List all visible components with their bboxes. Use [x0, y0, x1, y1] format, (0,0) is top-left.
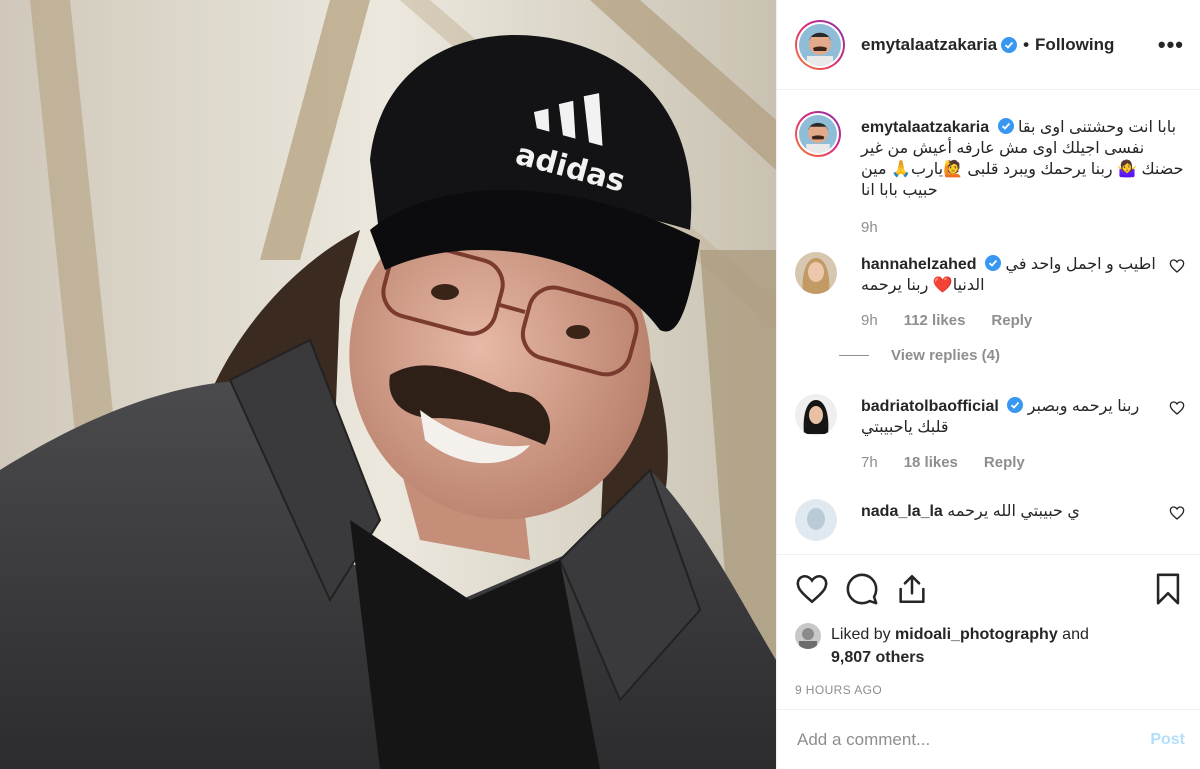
reply-button[interactable]: Reply — [984, 452, 1025, 473]
likes-others-link[interactable]: 9,807 others — [831, 649, 924, 666]
liker-avatar[interactable] — [795, 623, 821, 649]
post-actions: Liked by midoali_photography and 9,807 o… — [777, 554, 1200, 697]
liker-avatar-image — [795, 623, 821, 649]
verified-badge-icon — [997, 118, 1014, 134]
post-header: emytalaatzakaria • Following ••• — [777, 0, 1200, 90]
comment-meta: 9h 112 likes Reply — [861, 310, 1169, 331]
comment-body: badriatolbaofficial ربنا يرحمه وبصبر قلب… — [861, 394, 1169, 473]
caption-username[interactable]: emytalaatzakaria — [861, 119, 989, 136]
likes-prefix: Liked by — [831, 626, 891, 643]
share-icon[interactable] — [895, 572, 929, 606]
commenter-avatar[interactable] — [795, 252, 837, 294]
comment-likes-count[interactable]: 112 likes — [904, 310, 966, 331]
author-avatar[interactable] — [795, 19, 845, 70]
view-replies-label: View replies (4) — [891, 347, 1000, 364]
comment-body: nada_la_la ي حبيبتي الله يرحمه — [861, 499, 1169, 541]
verified-badge-icon — [1001, 36, 1018, 53]
likes-summary: Liked by midoali_photography and 9,807 o… — [795, 623, 1185, 669]
post-side-panel: emytalaatzakaria • Following ••• emytala… — [776, 0, 1200, 769]
verified-badge-icon — [1007, 397, 1024, 413]
add-comment-bar: Post — [777, 709, 1200, 769]
comment-text: ي حبيبتي الله يرحمه — [947, 503, 1080, 520]
commenter-avatar[interactable] — [795, 499, 837, 541]
comment-like-heart-icon[interactable] — [1169, 400, 1185, 416]
author-avatar-image — [799, 23, 841, 66]
post-timestamp[interactable]: 9 HOURS AGO — [795, 683, 1185, 697]
likes-and: and — [1062, 626, 1089, 643]
liker-username[interactable]: midoali_photography — [895, 626, 1058, 643]
header-user-info: emytalaatzakaria • Following — [861, 35, 1114, 55]
caption-avatar-image — [799, 115, 837, 153]
post-comment-button[interactable]: Post — [1150, 731, 1185, 749]
comment-item: nada_la_la ي حبيبتي الله يرحمه — [795, 499, 1185, 541]
photo-illustration: adidas — [0, 0, 776, 769]
header-separator: • — [1023, 34, 1030, 54]
heart-icon[interactable] — [795, 572, 829, 606]
commenter-avatar-image — [795, 252, 837, 294]
action-icons-row — [795, 569, 1185, 609]
caption-time[interactable]: 9h — [861, 217, 878, 238]
view-replies-divider — [839, 355, 869, 356]
comment-input[interactable] — [797, 729, 1151, 750]
commenter-avatar-image — [795, 499, 837, 541]
commenter-username[interactable]: nada_la_la — [861, 503, 943, 520]
verified-badge-icon — [985, 255, 1002, 271]
comment-like-heart-icon[interactable] — [1169, 258, 1185, 274]
comment-likes-count[interactable]: 18 likes — [904, 452, 958, 473]
caption-body: emytalaatzakaria بابا انت وحشتنى اوى بقا… — [861, 111, 1185, 238]
comment-item: badriatolbaofficial ربنا يرحمه وبصبر قلب… — [795, 394, 1185, 473]
comment-like-heart-icon[interactable] — [1169, 505, 1185, 521]
post-caption: emytalaatzakaria بابا انت وحشتنى اوى بقا… — [795, 111, 1185, 238]
commenter-username[interactable]: badriatolbaofficial — [861, 398, 999, 415]
comment-time[interactable]: 9h — [861, 310, 878, 331]
header-username[interactable]: emytalaatzakaria — [861, 35, 997, 55]
commenter-username[interactable]: hannahelzahed — [861, 256, 977, 273]
commenter-avatar-image — [795, 394, 837, 436]
caption-meta: 9h — [861, 217, 1185, 238]
comments-list[interactable]: emytalaatzakaria بابا انت وحشتنى اوى بقا… — [777, 91, 1200, 554]
caption-author-avatar[interactable] — [795, 111, 841, 157]
following-button[interactable]: Following — [1035, 35, 1114, 55]
view-replies-button[interactable]: View replies (4) — [839, 347, 1185, 364]
comment-body: hannahelzahed اطيب و اجمل واحد في الدنيا… — [861, 252, 1169, 331]
more-options-icon[interactable]: ••• — [1158, 33, 1184, 56]
instagram-post: adidas emytalaatzakaria • Following ••• … — [0, 0, 1200, 769]
post-photo[interactable]: adidas — [0, 0, 776, 769]
reply-button[interactable]: Reply — [991, 310, 1032, 331]
comment-time[interactable]: 7h — [861, 452, 878, 473]
comment-icon[interactable] — [845, 572, 879, 606]
comment-meta: 7h 18 likes Reply — [861, 452, 1169, 473]
comment-item: hannahelzahed اطيب و اجمل واحد في الدنيا… — [795, 252, 1185, 331]
likes-text: Liked by midoali_photography and 9,807 o… — [831, 623, 1089, 669]
bookmark-icon[interactable] — [1151, 572, 1185, 606]
commenter-avatar[interactable] — [795, 394, 837, 436]
